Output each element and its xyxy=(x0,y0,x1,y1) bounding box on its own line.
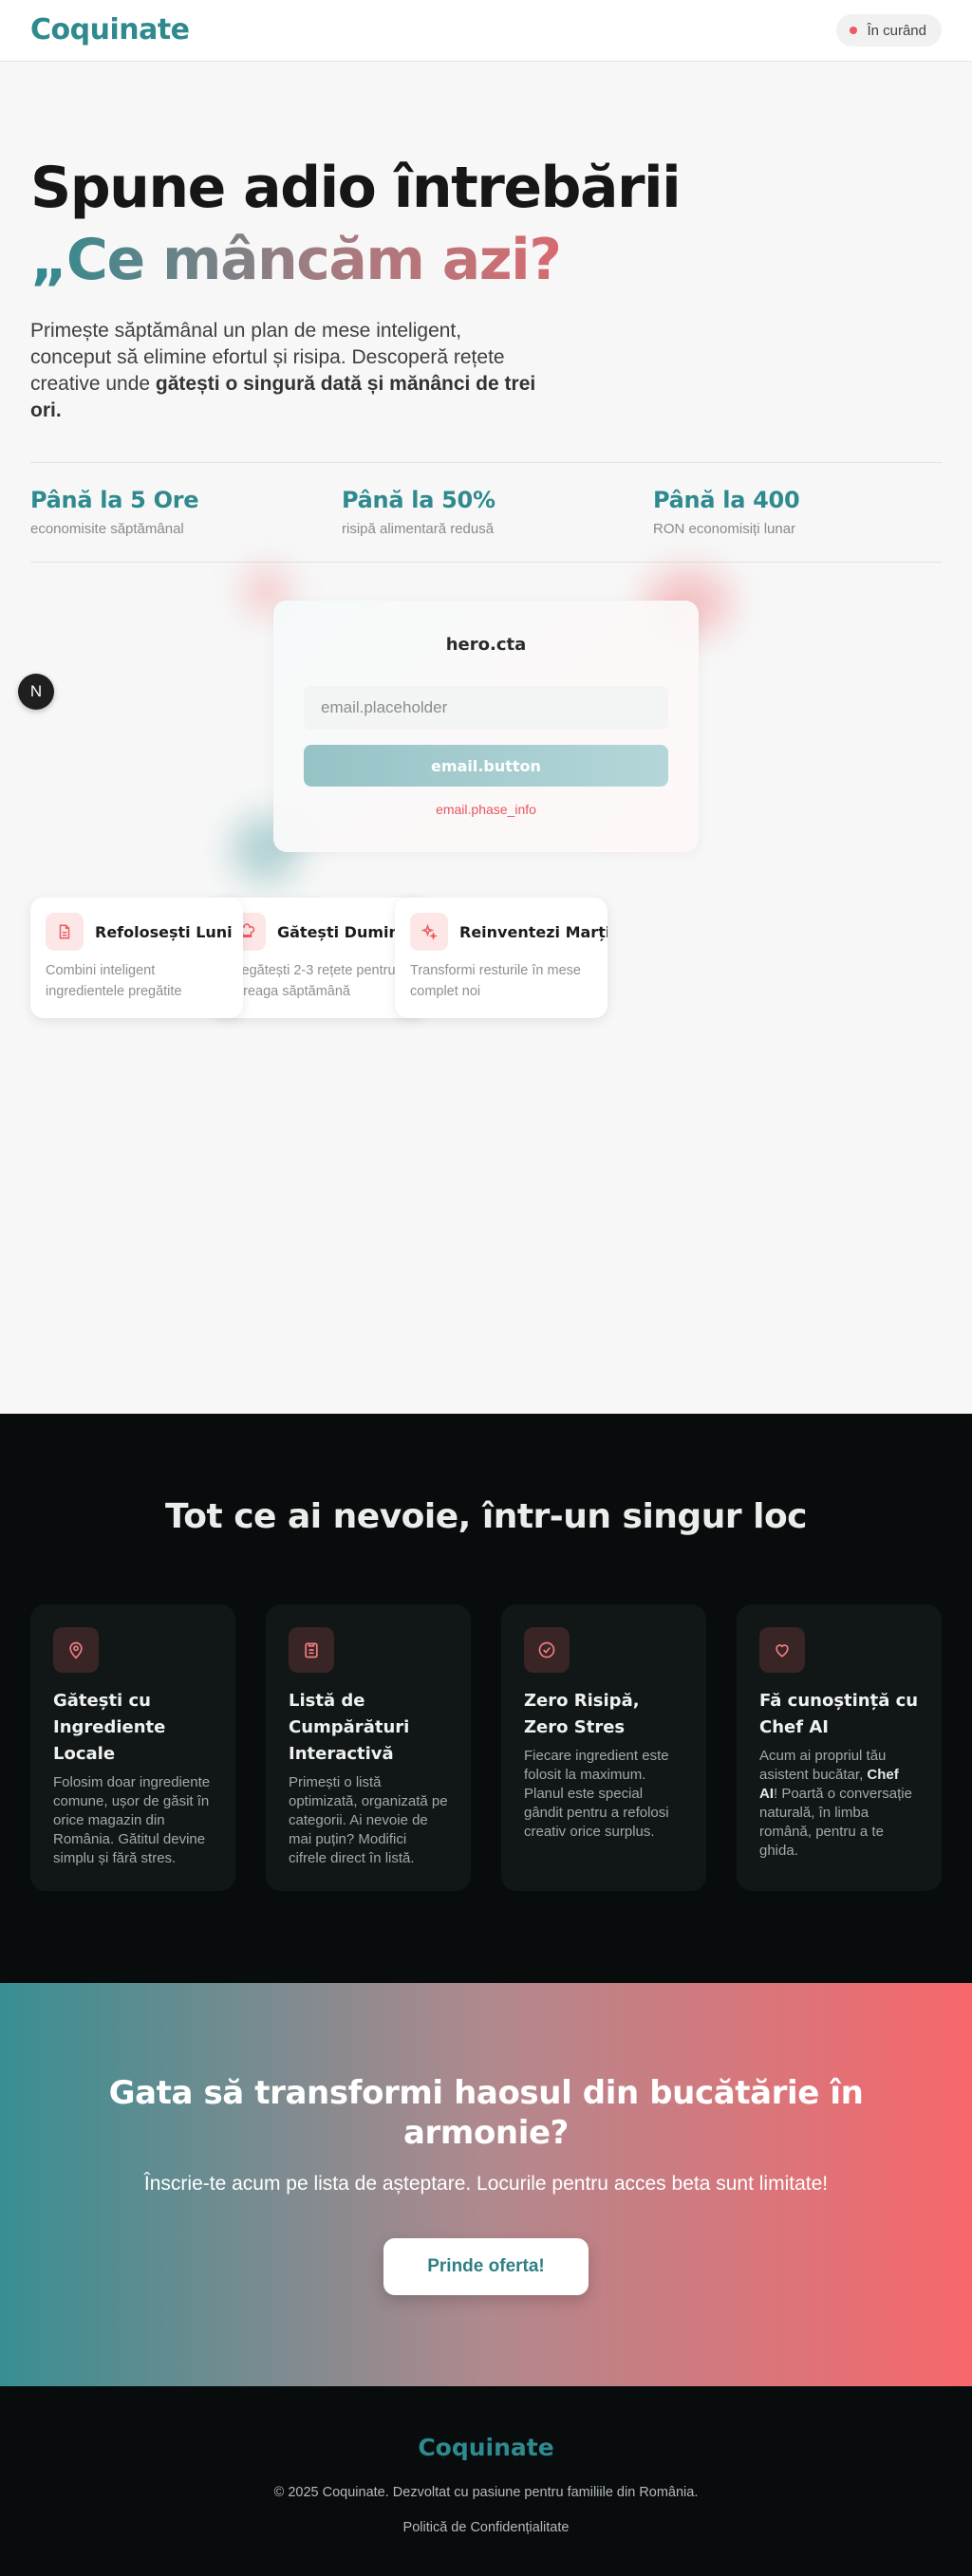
map-pin-icon xyxy=(53,1627,99,1673)
stats-divider-top xyxy=(30,462,942,463)
stat-value: Până la 50% xyxy=(342,487,495,513)
hero-description: Primește săptămânal un plan de mese inte… xyxy=(30,318,548,424)
day-card-title: Refolosești Luni xyxy=(95,922,233,941)
phase-info-text: email.phase_info xyxy=(436,802,536,817)
sparkles-icon xyxy=(410,913,448,951)
feature-card-zero-waste: Zero Risipă, Zero Stres Fiecare ingredie… xyxy=(501,1604,706,1891)
hero-title-line2: „Ce mâncăm azi? xyxy=(30,224,680,296)
email-submit-button[interactable]: email.button xyxy=(304,745,668,787)
stat-label: risipă alimentară redusă xyxy=(342,521,495,537)
footer-logo[interactable]: Coquinate xyxy=(0,2434,972,2461)
stat-value: Până la 400 xyxy=(653,487,800,513)
cta-subtitle: Înscrie-te acum pe lista de așteptare. L… xyxy=(143,2173,829,2195)
hero-title-line1: Spune adio întrebării xyxy=(30,155,682,221)
waitlist-card: hero.cta email.button email.phase_info xyxy=(273,601,699,852)
day-card-description: Combini inteligent ingredientele pregăti… xyxy=(46,963,182,999)
check-circle-icon xyxy=(524,1627,570,1673)
feature-description-text: ! Poartă o conversație naturală, în limb… xyxy=(759,1786,912,1859)
features-section: Tot ce ai nevoie, într-un singur loc Găt… xyxy=(0,1414,972,1983)
heart-icon xyxy=(759,1627,805,1673)
coming-soon-badge: În curând xyxy=(836,14,942,46)
day-card-tuesday: Reinventezi Marți Transformi resturile î… xyxy=(395,898,608,1018)
logo[interactable]: Coquinate xyxy=(30,13,190,46)
stat-hours: Până la 5 Ore economisite săptămânal xyxy=(30,487,199,537)
day-card-title: Reinventezi Marți xyxy=(459,922,608,941)
stat-label: economisite săptămânal xyxy=(30,521,184,537)
stat-money: Până la 400 RON economisiți lunar xyxy=(653,487,800,537)
feature-description: Primești o listă optimizată, organizată … xyxy=(289,1774,448,1866)
feature-title: Gătești cu Ingrediente Locale xyxy=(53,1691,166,1764)
get-offer-button[interactable]: Prinde oferta! xyxy=(383,2238,589,2295)
day-card-monday: Refolosești Luni Combini inteligent ingr… xyxy=(30,898,243,1018)
feature-description: Acum ai propriul tău asistent bucătar, C… xyxy=(759,1747,919,1861)
privacy-policy-link[interactable]: Politică de Confidențialitate xyxy=(0,2520,972,2535)
stat-value: Până la 5 Ore xyxy=(30,487,199,513)
feature-description: Fiecare ingredient este folosit la maxim… xyxy=(524,1748,669,1840)
day-card-sunday: Gătești Duminica Pregătești 2-3 rețete p… xyxy=(213,898,425,1018)
feature-card-shopping-list: Listă de Cumpărături Interactivă Primeșt… xyxy=(266,1604,471,1891)
cta-section: Gata să transformi haosul din bucătărie … xyxy=(0,1983,972,2386)
clipboard-icon xyxy=(289,1627,334,1673)
cta-title: Gata să transformi haosul din bucătărie … xyxy=(108,2074,864,2152)
feature-title: Listă de Cumpărături Interactivă xyxy=(289,1691,410,1764)
feature-title: Fă cunoștință cu Chef AI xyxy=(759,1691,919,1737)
feature-title: Zero Risipă, Zero Stres xyxy=(524,1691,640,1737)
site-header: Coquinate În curând xyxy=(0,0,972,62)
site-footer: Coquinate © 2025 Coquinate. Dezvoltat cu… xyxy=(0,2386,972,2576)
email-input[interactable] xyxy=(304,686,668,730)
hero-title: Spune adio întrebării „Ce mâncăm azi? xyxy=(30,152,682,296)
floating-n-badge[interactable]: N xyxy=(18,674,54,710)
feature-card-chef-ai: Fă cunoștință cu Chef AI Acum ai propriu… xyxy=(737,1604,942,1891)
document-icon xyxy=(46,913,84,951)
features-title: Tot ce ai nevoie, într-un singur loc xyxy=(164,1497,808,1536)
day-card-description: Pregătești 2-3 rețete pentru întreaga să… xyxy=(228,963,396,999)
feature-card-local-ingredients: Gătești cu Ingrediente Locale Folosim do… xyxy=(30,1604,235,1891)
feature-description: Folosim doar ingrediente comune, ușor de… xyxy=(53,1774,211,1866)
stats-divider-bottom xyxy=(30,562,942,563)
stat-label: RON economisiți lunar xyxy=(653,521,796,537)
day-card-description: Transformi resturile în mese complet noi xyxy=(410,963,581,999)
stat-waste: Până la 50% risipă alimentară redusă xyxy=(342,487,495,537)
status-dot-icon xyxy=(850,27,858,34)
footer-copyright: © 2025 Coquinate. Dezvoltat cu pasiune p… xyxy=(273,2485,699,2500)
coming-soon-label: În curând xyxy=(867,22,926,39)
waitlist-title: hero.cta xyxy=(445,635,527,655)
